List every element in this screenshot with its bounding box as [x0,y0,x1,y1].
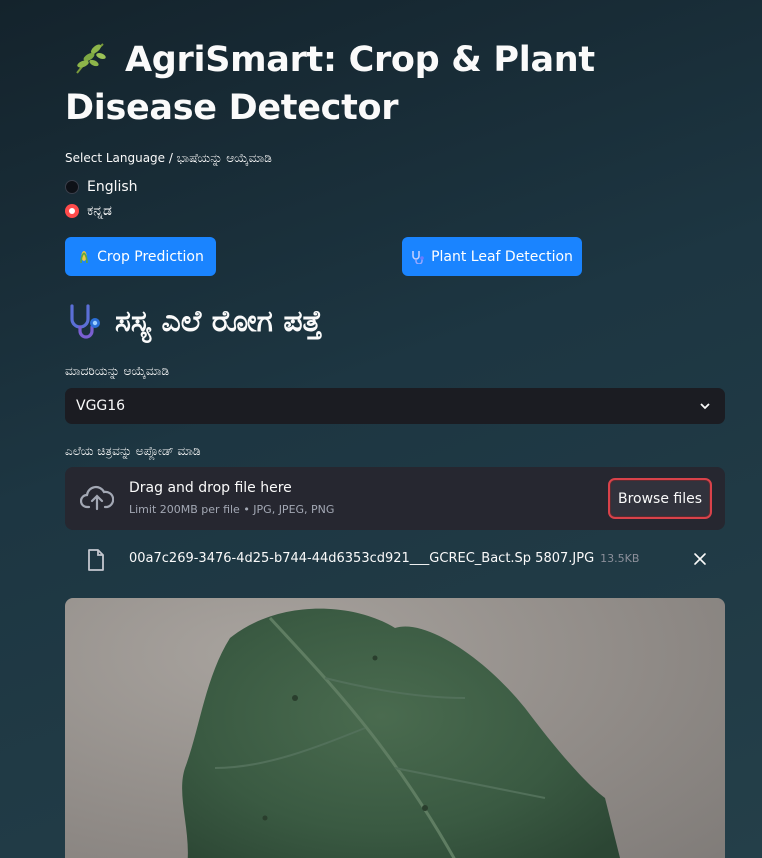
language-label: Select Language / ಭಾಷೆಯನ್ನು ಆಯ್ಕೆಮಾಡಿ [65,151,272,165]
close-icon[interactable] [693,552,707,566]
plant-leaf-detection-label: Plant Leaf Detection [431,248,573,265]
page-title: AgriSmart: Crop & Plant Disease Detector [65,36,745,132]
radio-kannada[interactable]: ಕನ್ನಡ [65,201,112,221]
leaf-image-svg [182,608,620,858]
stethoscope-icon [412,250,424,264]
file-name: 00a7c269-3476-4d25-b744-44d6353cd921___G… [129,551,639,566]
crop-prediction-button[interactable]: Crop Prediction [65,237,216,276]
corn-icon [80,250,88,263]
stethoscope-icon [70,304,100,339]
radio-kannada-label: ಕನ್ನಡ [87,203,112,219]
section-title: ಸಸ್ಯ ಎಲೆ ರೋಗ ಪತ್ತೆ [65,303,322,339]
model-select-value: VGG16 [76,398,126,414]
plant-leaf-detection-button[interactable]: Plant Leaf Detection [402,237,582,276]
dropzone-title: Drag and drop file here [129,480,292,496]
browse-files-button[interactable]: Browse files [608,478,712,519]
page-title-text: AgriSmart: Crop & Plant Disease Detector [65,40,595,128]
herb-icon [76,43,106,74]
upload-label: ಎಲೆಯ ಚಿತ್ರವನ್ನು ಅಪ್ಲೋಡ್ ಮಾಡಿ [65,444,201,458]
radio-english-label: English [87,179,138,195]
chevron-down-icon [700,403,710,410]
file-name-text: 00a7c269-3476-4d25-b744-44d6353cd921___G… [129,551,595,566]
file-size: 13.5KB [600,552,640,565]
cloud-upload-icon [80,485,114,511]
section-title-text: ಸಸ್ಯ ಎಲೆ ರೋಗ ಪತ್ತೆ [115,303,323,339]
uploaded-leaf-image [65,598,725,858]
radio-circle-selected[interactable] [65,204,79,218]
uploaded-file-row: 00a7c269-3476-4d25-b744-44d6353cd921___G… [65,545,725,575]
model-label: ಮಾದರಿಯನ್ನು ಆಯ್ಕೆಮಾಡಿ [65,364,170,378]
file-icon [88,549,104,571]
model-select[interactable]: VGG16 [65,388,725,424]
radio-english[interactable]: English [65,177,138,197]
file-dropzone[interactable]: Drag and drop file here Limit 200MB per … [65,467,725,530]
main-content: AgriSmart: Crop & Plant Disease Detector… [65,0,725,858]
radio-circle[interactable] [65,180,79,194]
dropzone-limit: Limit 200MB per file • JPG, JPEG, PNG [129,503,335,516]
crop-prediction-label: Crop Prediction [97,248,204,265]
